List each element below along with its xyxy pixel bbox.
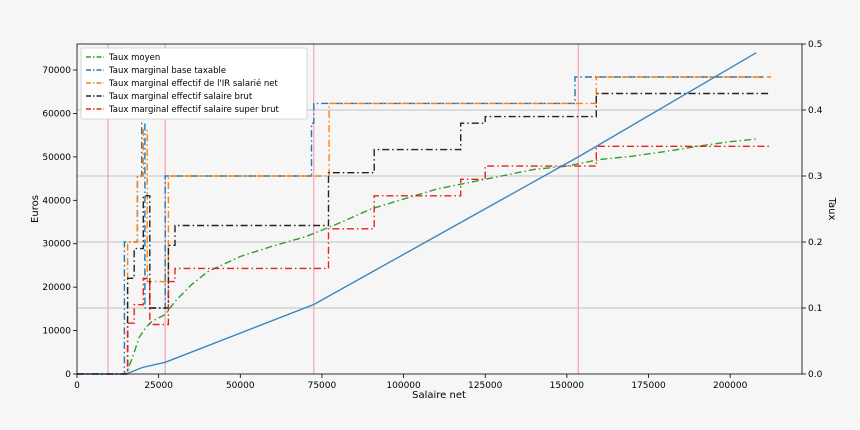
y-right-tick-label: 0.3 [808, 172, 822, 182]
y-left-tick-label: 10000 [42, 327, 71, 337]
x-axis-label: Salaire net [412, 390, 466, 401]
legend-entry-label: Taux marginal effectif de l'IR salarié n… [108, 78, 278, 89]
y-left-tick-label: 70000 [42, 66, 71, 76]
x-tick-label: 200000 [713, 381, 748, 391]
legend: Taux moyen Taux marginal base taxable Taux… [80, 47, 308, 120]
y-right-tick-label: 0.4 [808, 106, 823, 116]
chart-canvas: 0 25000 50000 75000 100000 125000 150000 175000… [0, 0, 860, 426]
y-left-tick-label: 30000 [42, 240, 71, 250]
x-tick-label: 50000 [226, 381, 255, 391]
x-tick-label: 125000 [468, 381, 503, 391]
y-left-tick-label: 50000 [42, 153, 71, 163]
legend-entry-label: Taux marginal effectif salaire brut [108, 92, 253, 102]
y-left-tick-label: 20000 [42, 283, 71, 293]
y-right-tick-label: 0.0 [808, 370, 823, 380]
x-tick-label: 75000 [308, 381, 337, 391]
legend-entry-label: Taux marginal effectif salaire super bru… [108, 105, 279, 115]
legend-entry-label: Taux moyen [108, 53, 160, 63]
y-axis-right-label: Taux [826, 197, 837, 221]
chart: 0 25000 50000 75000 100000 125000 150000 175000… [0, 0, 860, 426]
x-tick-label: 150000 [550, 381, 585, 391]
y-right-tick-label: 0.2 [808, 238, 822, 248]
y-axis-left-label: Euros [30, 195, 41, 223]
x-tick-label: 25000 [144, 381, 173, 391]
legend-entry-label: Taux marginal base taxable [108, 66, 226, 76]
x-tick-label: 175000 [631, 381, 666, 391]
y-left-tick-label: 0 [65, 370, 71, 380]
x-tick-label: 0 [74, 381, 80, 391]
y-right-tick-label: 0.1 [808, 304, 822, 314]
y-left-tick-label: 40000 [42, 196, 71, 206]
y-right-tick-label: 0.5 [808, 40, 822, 50]
y-left-tick-label: 60000 [42, 109, 71, 119]
